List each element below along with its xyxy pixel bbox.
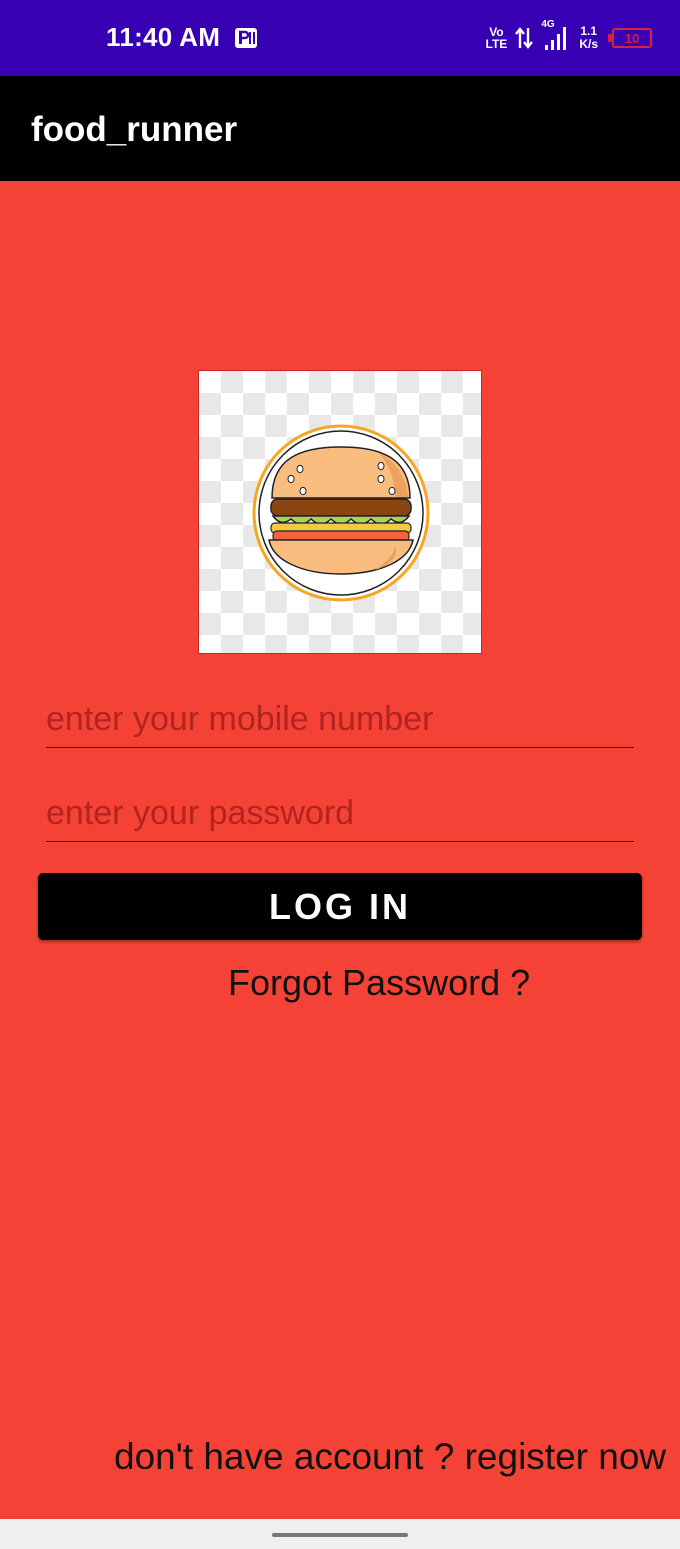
- network-speed: 1.1 K/s: [579, 24, 598, 51]
- data-transfer-icon: [515, 27, 534, 49]
- battery-level: 10: [624, 30, 640, 46]
- register-link[interactable]: don't have account ? register now: [114, 1436, 666, 1478]
- password-input[interactable]: [46, 786, 634, 840]
- login-button[interactable]: LOG IN: [38, 873, 642, 940]
- forgot-password-link[interactable]: Forgot Password ?: [228, 962, 530, 1004]
- password-field[interactable]: [46, 786, 634, 842]
- app-title: food_runner: [31, 110, 238, 149]
- status-bar: 11:40 AM Vo LTE 4G 1.1 K/s 10: [0, 0, 680, 76]
- gesture-handle[interactable]: [272, 1533, 408, 1537]
- mobile-number-field[interactable]: [46, 692, 634, 748]
- battery-icon: 10: [608, 28, 652, 48]
- app-notification-icon: [235, 28, 257, 48]
- navigation-bar: [0, 1519, 680, 1549]
- signal-icon: 4G: [541, 19, 571, 53]
- burger-icon: [252, 424, 430, 602]
- burger-logo: [198, 370, 482, 654]
- app-bar: food_runner: [0, 76, 680, 181]
- status-time: 11:40 AM: [106, 22, 221, 52]
- mobile-number-input[interactable]: [46, 692, 634, 746]
- volte-icon: Vo LTE: [485, 25, 508, 51]
